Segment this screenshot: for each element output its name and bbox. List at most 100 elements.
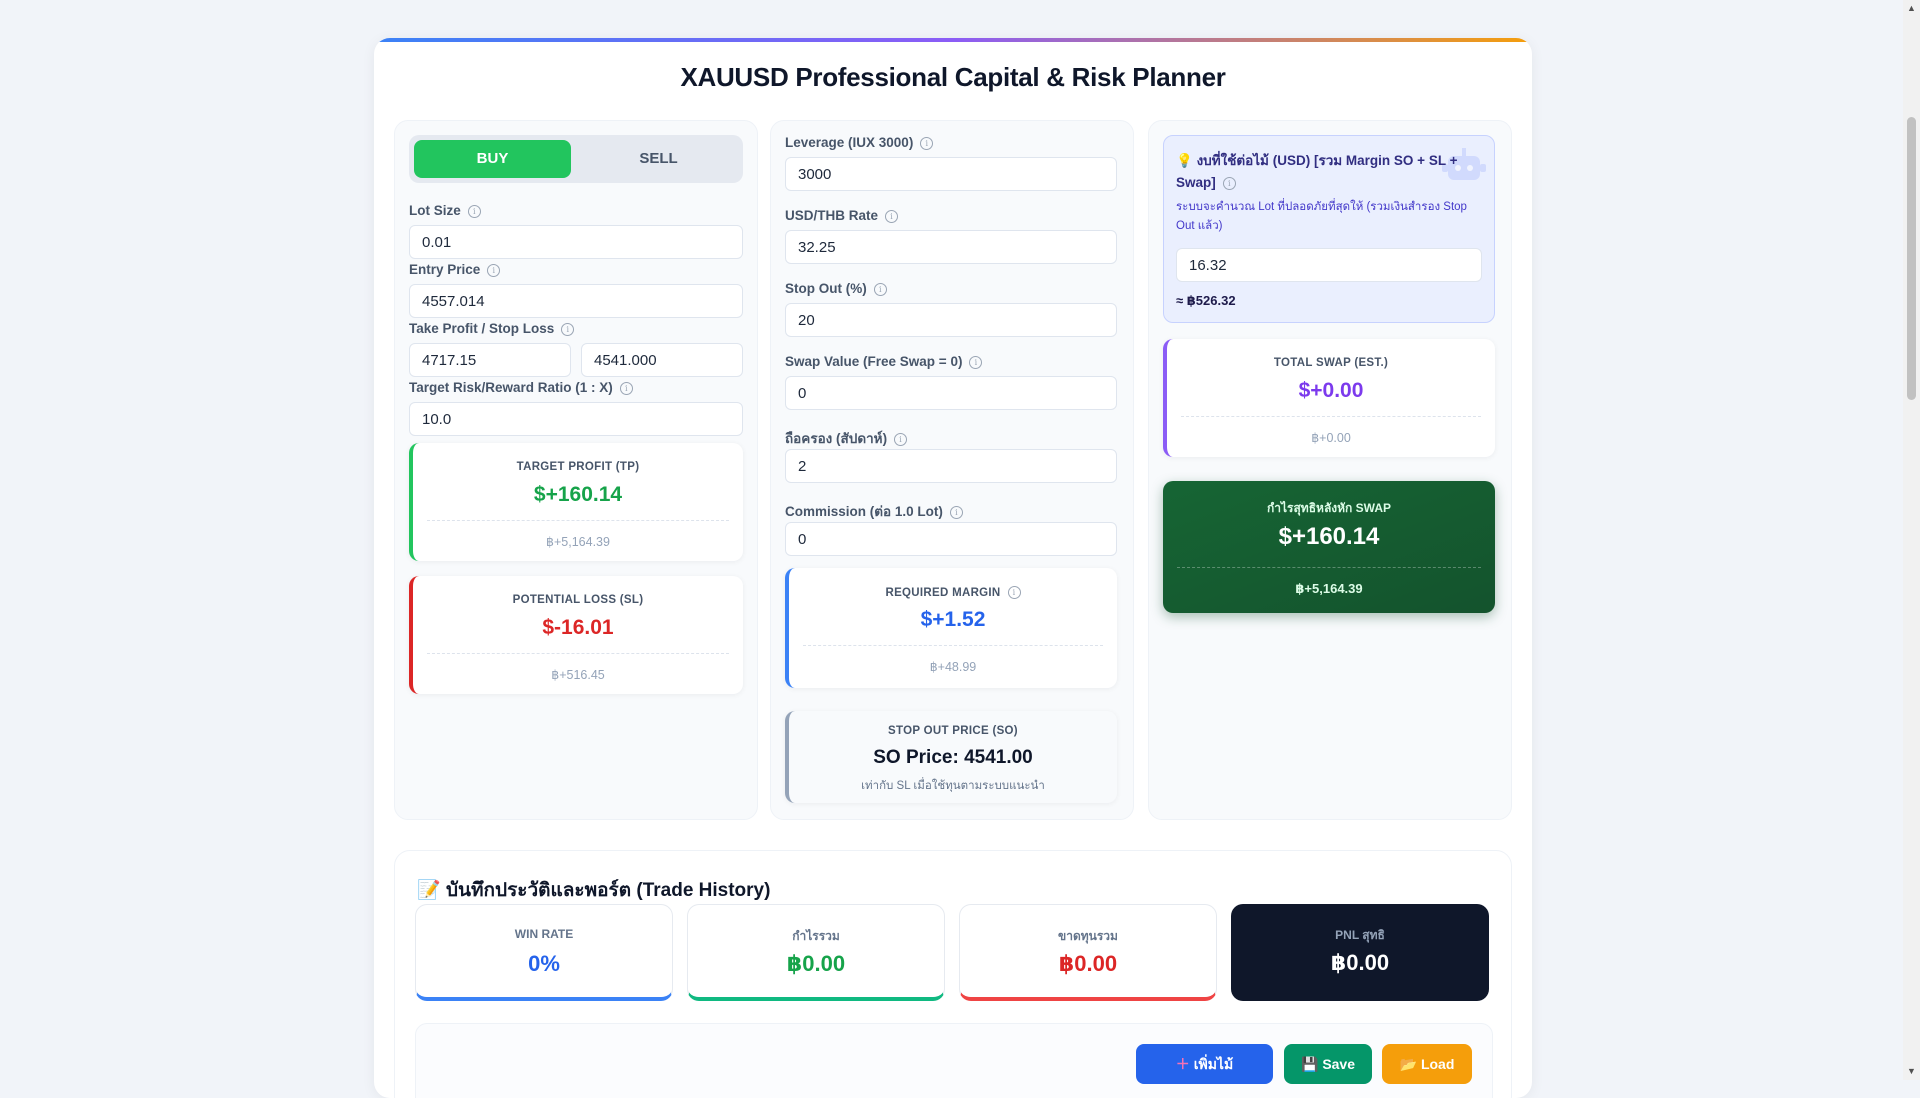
trade-history-section: 📝 บันทึกประวัติและพอร์ต (Trade History) …	[394, 850, 1512, 1098]
potential-loss-usd: $-16.01	[542, 616, 614, 639]
scroll-up-arrow-icon[interactable]: ▲	[1903, 0, 1920, 17]
budget-thb-value: ≈ ฿526.32	[1176, 293, 1236, 308]
lot-size-label: Lot Size i	[409, 203, 481, 218]
plus-icon: ＋	[1175, 1056, 1190, 1072]
scrollbar-thumb[interactable]	[1907, 117, 1916, 400]
total-loss-stat: ขาดทุนรวม ฿0.00	[959, 904, 1217, 1001]
stop-loss-input[interactable]: 4541.000	[581, 343, 743, 377]
lot-size-input[interactable]: 0.01	[409, 225, 743, 259]
account-settings-column: Leverage (IUX 3000) i 3000 USD/THB Rate i …	[770, 120, 1134, 820]
sell-button[interactable]: SELL	[579, 140, 738, 178]
commission-label: Commission (ต่อ 1.0 Lot) i	[785, 500, 963, 522]
required-margin-label: REQUIRED MARGIN i	[789, 586, 1117, 599]
target-profit-usd: $+160.14	[533, 483, 623, 506]
trade-list-area: ＋ เพิ่มไม้ 💾 Save 📂 Load	[415, 1023, 1493, 1098]
hold-weeks-label: ถือครอง (สัปดาห์) i	[785, 427, 908, 449]
swap-value-input[interactable]: 0	[785, 376, 1117, 410]
add-trade-button[interactable]: ＋ เพิ่มไม้	[1136, 1044, 1273, 1084]
net-pnl-value: ฿0.00	[1330, 950, 1390, 975]
total-swap-thb: ฿+0.00	[1311, 431, 1351, 445]
net-profit-card: กำไรสุทธิหลังหัก SWAP $+160.14 ฿+5,164.3…	[1163, 481, 1495, 613]
total-swap-card: TOTAL SWAP (EST.) $+0.00 ฿+0.00	[1163, 339, 1495, 457]
info-icon[interactable]: i	[949, 506, 963, 519]
trade-input-column: BUY SELL Lot Size i 0.01 Entry Price i 455…	[394, 120, 758, 820]
potential-loss-label: POTENTIAL LOSS (SL)	[512, 594, 644, 606]
trade-history-title: 📝 บันทึกประวัติและพอร์ต (Trade History)	[417, 880, 771, 901]
total-swap-usd: $+0.00	[1298, 379, 1364, 402]
usd-thb-input[interactable]: 32.25	[785, 230, 1117, 264]
results-column: 💡 งบที่ใช้ต่อไม้ (USD) [รวม Margin SO + …	[1148, 120, 1512, 820]
scroll-down-arrow-icon[interactable]: ▼	[1903, 1063, 1920, 1080]
folder-icon: 📂	[1399, 1056, 1418, 1072]
win-rate-label: WIN RATE	[514, 927, 574, 941]
total-profit-value: ฿0.00	[786, 951, 846, 976]
info-icon[interactable]: i	[1222, 177, 1236, 190]
win-rate-value: 0%	[528, 951, 560, 976]
info-icon[interactable]: i	[487, 264, 501, 277]
hold-weeks-input[interactable]: 2	[785, 449, 1117, 483]
load-button[interactable]: 📂 Load	[1382, 1044, 1472, 1084]
floppy-disk-icon: 💾	[1300, 1056, 1319, 1072]
gradient-top-bar	[374, 38, 1532, 42]
stop-out-price-label: STOP OUT PRICE (SO)	[888, 725, 1018, 737]
rr-ratio-input[interactable]: 10.0	[409, 402, 743, 436]
planner-card: XAUUSD Professional Capital & Risk Plann…	[374, 38, 1532, 1098]
required-margin-thb: ฿+48.99	[929, 660, 977, 674]
total-loss-value: ฿0.00	[1058, 951, 1118, 976]
info-icon[interactable]: i	[894, 433, 908, 446]
leverage-label: Leverage (IUX 3000) i	[785, 135, 934, 150]
required-margin-card: REQUIRED MARGIN i $+1.52 ฿+48.99	[785, 568, 1117, 688]
net-profit-thb: ฿+5,164.39	[1295, 581, 1363, 596]
stop-out-price-note: เท่ากับ SL เมื่อใช้ทุนตามระบบแนะนำ	[861, 780, 1045, 792]
rr-ratio-label: Target Risk/Reward Ratio (1 : X) i	[409, 380, 633, 395]
net-profit-label: กำไรสุทธิหลังหัก SWAP	[1266, 501, 1391, 515]
net-pnl-stat: PNL สุทธิ ฿0.00	[1231, 904, 1489, 1001]
potential-loss-thb: ฿+516.45	[551, 668, 605, 682]
info-icon[interactable]: i	[619, 382, 633, 395]
total-profit-label: กำไรรวม	[792, 929, 840, 943]
entry-price-label: Entry Price i	[409, 262, 501, 277]
vertical-scrollbar[interactable]: ▲ ▼	[1903, 0, 1920, 1080]
budget-description: ระบบจะคำนวณ Lot ที่ปลอดภัยที่สุดให้ (รวม…	[1176, 201, 1467, 232]
target-profit-thb: ฿+5,164.39	[546, 535, 610, 549]
buy-sell-toggle: BUY SELL	[409, 135, 743, 183]
stop-out-label: Stop Out (%) i	[785, 281, 887, 296]
total-loss-label: ขาดทุนรวม	[1058, 929, 1118, 943]
divider	[1177, 567, 1481, 568]
info-icon[interactable]: i	[561, 323, 575, 336]
required-margin-usd: $+1.52	[920, 608, 986, 631]
info-icon[interactable]: i	[885, 210, 899, 223]
leverage-input[interactable]: 3000	[785, 157, 1117, 191]
stop-out-input[interactable]: 20	[785, 303, 1117, 337]
divider	[803, 645, 1103, 646]
commission-input[interactable]: 0	[785, 522, 1117, 556]
divider	[427, 653, 729, 654]
page-title: XAUUSD Professional Capital & Risk Plann…	[680, 62, 1226, 92]
budget-input[interactable]: 16.32	[1176, 248, 1482, 282]
save-button[interactable]: 💾 Save	[1284, 1044, 1372, 1084]
target-profit-card: TARGET PROFIT (TP) $+160.14 ฿+5,164.39	[409, 443, 743, 561]
divider	[1181, 416, 1481, 417]
lightbulb-icon: 💡	[1176, 153, 1193, 168]
net-profit-usd: $+160.14	[1278, 523, 1380, 550]
entry-price-input[interactable]: 4557.014	[409, 284, 743, 318]
info-icon[interactable]: i	[467, 205, 481, 218]
info-icon[interactable]: i	[873, 283, 887, 296]
stop-out-price-card: STOP OUT PRICE (SO) SO Price: 4541.00 เท…	[785, 711, 1117, 803]
net-pnl-label: PNL สุทธิ	[1335, 928, 1385, 942]
potential-loss-card: POTENTIAL LOSS (SL) $-16.01 ฿+516.45	[409, 576, 743, 694]
memo-icon: 📝	[417, 880, 441, 901]
budget-box: 💡 งบที่ใช้ต่อไม้ (USD) [รวม Margin SO + …	[1163, 135, 1495, 323]
info-icon[interactable]: i	[920, 137, 934, 150]
buy-button[interactable]: BUY	[414, 140, 571, 178]
total-swap-label: TOTAL SWAP (EST.)	[1273, 357, 1389, 369]
info-icon[interactable]: i	[1007, 586, 1021, 599]
take-profit-input[interactable]: 4717.15	[409, 343, 571, 377]
info-icon[interactable]: i	[969, 356, 983, 369]
total-profit-stat: กำไรรวม ฿0.00	[687, 904, 945, 1001]
divider	[427, 520, 729, 521]
usd-thb-label: USD/THB Rate i	[785, 208, 899, 223]
win-rate-stat: WIN RATE 0%	[415, 904, 673, 1001]
budget-title: 💡 งบที่ใช้ต่อไม้ (USD) [รวม Margin SO + …	[1176, 153, 1458, 190]
stop-out-price-value: SO Price: 4541.00	[873, 747, 1033, 768]
